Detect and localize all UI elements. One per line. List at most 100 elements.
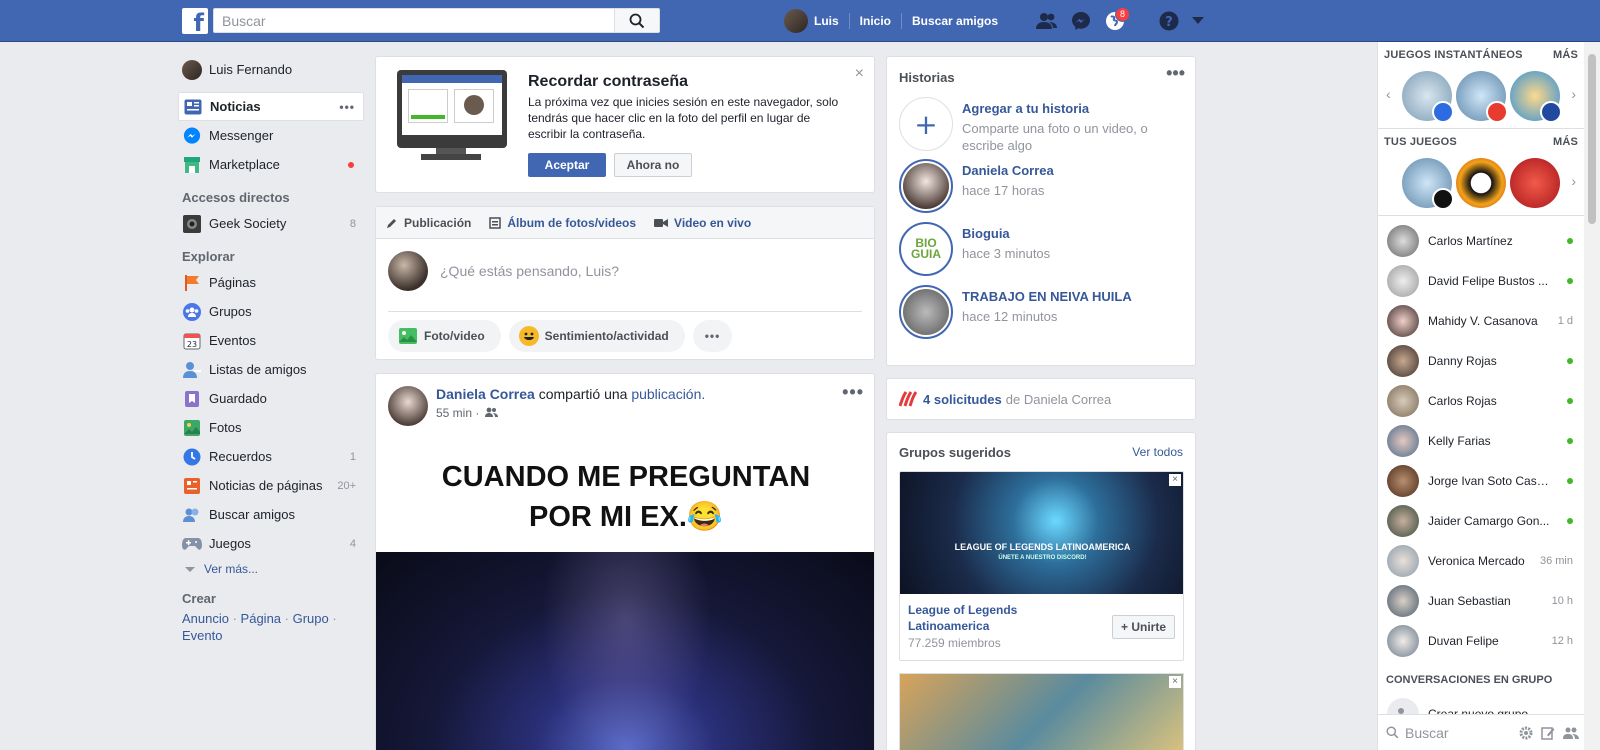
contact-row[interactable]: Danny Rojas [1378, 341, 1585, 381]
contact-row[interactable]: David Felipe Bustos ... [1378, 261, 1585, 301]
create-event-link[interactable]: Evento [182, 628, 222, 643]
account-menu-button[interactable] [1186, 0, 1210, 42]
tab-photo-album[interactable]: Álbum de fotos/videos [489, 216, 636, 230]
post-options-button[interactable]: ••• [842, 382, 864, 403]
post-image[interactable]: CUANDO ME PREGUNTAN POR MI EX.😂 [376, 437, 874, 750]
friend-requests-button[interactable] [1030, 0, 1064, 42]
requests-from: de Daniela Correa [1005, 391, 1112, 407]
page-scrollbar[interactable] [1584, 42, 1600, 750]
contact-row[interactable]: Carlos Rojas [1378, 381, 1585, 421]
game-thumbnail[interactable] [1510, 71, 1562, 123]
sidebar-item-profile[interactable]: Luis Fernando [178, 55, 364, 84]
sidebar-item-marketplace[interactable]: Marketplace [178, 150, 364, 179]
game-thumbnail[interactable] [1402, 71, 1454, 123]
group-banner: LEAGUE OF LEGENDS LATINOAMERICA ÚNETE A … [950, 542, 1135, 564]
pages-feed-icon [182, 476, 202, 496]
group-name[interactable]: League of Legends Latinoamerica [908, 602, 1088, 634]
contact-row[interactable]: Jorge Ivan Soto Cast... [1378, 461, 1585, 501]
create-group-link[interactable]: Grupo [293, 611, 329, 626]
home-link[interactable]: Inicio [850, 14, 901, 28]
sidebar-item-news-feed[interactable]: Noticias ••• [178, 92, 364, 121]
monitor-illustration [397, 70, 507, 148]
scroll-thumb[interactable] [1588, 54, 1596, 224]
game-thumbnail[interactable] [1456, 158, 1506, 208]
sidebar-item-label: Marketplace [209, 157, 280, 172]
facebook-logo-icon[interactable]: f [182, 8, 208, 34]
search-input[interactable] [214, 9, 614, 32]
chevron-right-icon[interactable]: › [1571, 173, 1576, 189]
sidebar-item-messenger[interactable]: Messenger [178, 121, 364, 150]
contact-row[interactable]: Veronica Mercado 36 min [1378, 541, 1585, 581]
story-name: TRABAJO EN NEIVA HUILA [962, 289, 1132, 304]
feeling-activity-button[interactable]: Sentimiento/actividad [508, 320, 685, 352]
close-icon[interactable]: × [1169, 474, 1181, 486]
more-link[interactable]: MÁS [1553, 136, 1578, 151]
group-card[interactable]: × [899, 673, 1184, 750]
sidebar-item-games[interactable]: Juegos 4 [178, 529, 364, 558]
game-thumbnail[interactable] [1402, 158, 1454, 210]
profile-link[interactable]: Luis [784, 9, 849, 33]
chevron-right-icon[interactable]: › [1571, 86, 1576, 102]
contact-row[interactable]: Carlos Martínez [1378, 221, 1585, 261]
create-page-link[interactable]: Página [241, 611, 281, 626]
sidebar-item-events[interactable]: 23 Eventos [178, 326, 364, 355]
photos-icon [182, 418, 202, 438]
tab-live-video[interactable]: Video en vivo [654, 216, 751, 230]
add-story-item[interactable]: + Agregar a tu historia Comparte una fot… [899, 97, 1162, 154]
story-time: hace 12 minutos [962, 309, 1058, 324]
group-card[interactable]: LEAGUE OF LEGENDS LATINOAMERICA ÚNETE A … [899, 471, 1184, 661]
tab-post[interactable]: Publicación [386, 216, 471, 230]
gear-icon[interactable] [1519, 726, 1533, 740]
find-friends-link[interactable]: Buscar amigos [902, 14, 1008, 28]
contact-row[interactable]: Juan Sebastian 10 h [1378, 581, 1585, 621]
chat-search-input[interactable] [1405, 724, 1505, 741]
requests-card[interactable]: 4 solicitudes de Daniela Correa [886, 378, 1196, 420]
close-icon[interactable]: × [855, 65, 864, 83]
composer-input-row[interactable]: ¿Qué estás pensando, Luis? [388, 251, 619, 291]
join-group-button[interactable]: + Unirte [1111, 615, 1175, 639]
chevron-left-icon[interactable]: ‹ [1386, 86, 1391, 102]
post-shared-link[interactable]: publicación. [631, 386, 705, 402]
sidebar-item-geek-society[interactable]: Geek Society 8 [178, 209, 364, 238]
sidebar-item-photos[interactable]: Fotos [178, 413, 364, 442]
sidebar-item-saved[interactable]: Guardado [178, 384, 364, 413]
story-item[interactable]: TRABAJO EN NEIVA HUILA hace 12 minutos [899, 285, 1162, 339]
more-link[interactable]: MÁS [1553, 49, 1578, 64]
sidebar-item-pages[interactable]: Páginas [178, 268, 364, 297]
create-ad-link[interactable]: Anuncio [182, 611, 229, 626]
game-thumbnail[interactable] [1510, 158, 1560, 208]
stories-options-button[interactable]: ••• [1166, 63, 1185, 84]
more-actions-button[interactable]: ••• [692, 320, 733, 352]
search-button[interactable] [614, 9, 659, 32]
notifications-button[interactable]: 8 [1098, 0, 1132, 42]
sidebar-item-groups[interactable]: Grupos [178, 297, 364, 326]
accept-button[interactable]: Aceptar [528, 153, 606, 177]
contact-row[interactable]: Kelly Farias [1378, 421, 1585, 461]
new-group-icon[interactable] [1563, 726, 1579, 740]
more-options-button[interactable]: ••• [339, 100, 355, 114]
contact-row[interactable]: Mahidy V. Casanova 1 d [1378, 301, 1585, 341]
contact-row[interactable]: Jaider Camargo Gon... [1378, 501, 1585, 541]
story-item[interactable]: Daniela Correa hace 17 horas [899, 159, 1162, 213]
sidebar-item-memories[interactable]: Recuerdos 1 [178, 442, 364, 471]
remember-password-card: Recordar contraseña La próxima vez que i… [375, 56, 875, 193]
see-more-link[interactable]: Ver más... [178, 558, 364, 580]
compose-icon[interactable] [1541, 726, 1555, 740]
not-now-button[interactable]: Ahora no [614, 153, 692, 177]
sidebar-item-find-friends[interactable]: Buscar amigos [178, 500, 364, 529]
sidebar-item-pages-feed[interactable]: Noticias de páginas 20+ [178, 471, 364, 500]
close-icon[interactable]: × [1169, 676, 1181, 688]
contact-row[interactable]: Duvan Felipe 12 h [1378, 621, 1585, 661]
post-author-link[interactable]: Daniela Correa [436, 386, 535, 402]
photo-video-button[interactable]: Foto/video [388, 320, 501, 352]
help-button[interactable]: ? [1152, 0, 1186, 42]
sidebar-item-friend-lists[interactable]: Listas de amigos [178, 355, 364, 384]
game-thumbnail[interactable] [1456, 71, 1508, 123]
sidebar-item-label: Geek Society [209, 216, 287, 231]
story-item[interactable]: BIO GUIA Bioguia hace 3 minutos [899, 222, 1162, 276]
avatar[interactable] [388, 386, 428, 426]
messenger-button[interactable] [1064, 0, 1098, 42]
see-all-link[interactable]: Ver todos [1132, 445, 1183, 459]
post-time[interactable]: 55 min · [436, 406, 479, 420]
find-friends-icon [182, 505, 202, 525]
